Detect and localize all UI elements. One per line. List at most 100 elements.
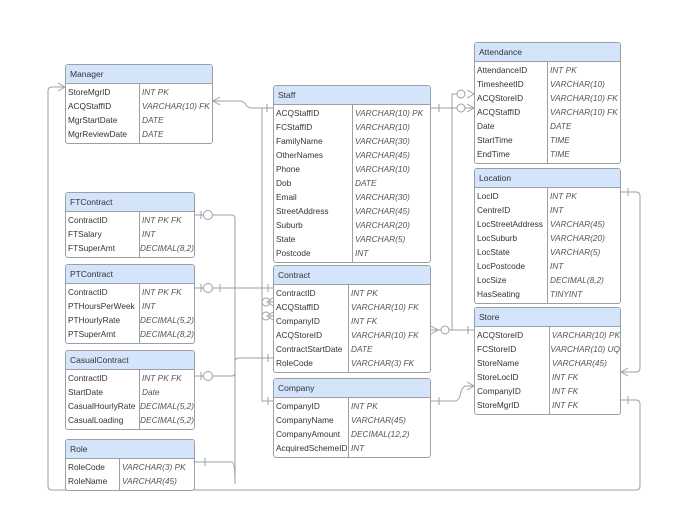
field-row[interactable]: PTHoursPerWeek INT	[66, 299, 194, 313]
entity-title: Attendance	[475, 43, 620, 62]
field-name: LocState	[477, 247, 510, 257]
entity-title: Staff	[274, 86, 430, 105]
field-type: VARCHAR(45)	[351, 415, 406, 425]
entity-manager[interactable]: Manager StoreMgrID INT PK ACQStaffID VARCHAR…	[65, 64, 213, 144]
field-row[interactable]: ContractStartDate DATE	[274, 342, 430, 356]
field-type: INT FK	[552, 400, 579, 410]
entity-fields: ContractID INT PK FK PTHoursPerWeek INT PTHo…	[66, 284, 194, 343]
field-row[interactable]: CasualLoading DECIMAL(5,2)	[66, 413, 194, 427]
field-type: VARCHAR(30)	[355, 136, 410, 146]
field-row[interactable]: ACQStaffID VARCHAR(10) FK	[274, 300, 430, 314]
field-name: AttendanceID	[477, 65, 528, 75]
field-row[interactable]: StoreLocID INT FK	[475, 370, 620, 384]
field-row[interactable]: AcquiredSchemeID INT	[274, 441, 430, 455]
field-name: ContractID	[68, 373, 108, 383]
field-name: FamilyName	[276, 136, 323, 146]
field-type: VARCHAR(45)	[552, 358, 607, 368]
field-type: DATE	[142, 129, 164, 139]
entity-title: Company	[274, 379, 430, 398]
field-row[interactable]: PTSuperAmt DECIMAL(8,2)	[66, 327, 194, 341]
entity-casualcontract[interactable]: CasualContract ContractID INT PK FK StartDa…	[65, 350, 195, 430]
field-row[interactable]: ContractID INT PK	[274, 286, 430, 300]
field-row[interactable]: ContractID INT PK FK	[66, 285, 194, 299]
entity-role[interactable]: Role RoleCode VARCHAR(3) PK RoleName VARCHAR…	[65, 439, 195, 491]
entity-company[interactable]: Company CompanyID INT PK CompanyName VARCHAR…	[273, 378, 431, 458]
field-type: DECIMAL(5,2)	[140, 415, 194, 425]
field-name: FTSuperAmt	[68, 243, 116, 253]
entity-fields: ACQStaffID VARCHAR(10) PK FCStaffID VARCHAR…	[274, 105, 430, 262]
field-type: VARCHAR(10) FK	[351, 330, 419, 340]
entity-title: Role	[66, 440, 194, 459]
field-name: Dob	[276, 178, 292, 188]
field-row[interactable]: CasualHourlyRate DECIMAL(5,2)	[66, 399, 194, 413]
field-type: TIME	[550, 149, 570, 159]
field-row[interactable]: StartDate Date	[66, 385, 194, 399]
field-row[interactable]: ACQStoreID VARCHAR(10) FK	[274, 328, 430, 342]
field-name: CompanyAmount	[276, 429, 341, 439]
field-type: TIME	[550, 135, 570, 145]
field-name: StartTime	[477, 135, 513, 145]
field-row[interactable]: StoreMgrID INT FK	[475, 398, 620, 412]
entity-staff[interactable]: Staff ACQStaffID VARCHAR(10) PK FCStaffID VA…	[273, 85, 431, 263]
field-type: VARCHAR(10) PK	[355, 108, 424, 118]
link-attendance-store	[451, 93, 474, 331]
field-row[interactable]: PTHourlyRate DECIMAL(5,2)	[66, 313, 194, 327]
field-row[interactable]: ContractID INT PK FK	[66, 213, 194, 227]
field-name: CentreID	[477, 205, 511, 215]
field-type: VARCHAR(45)	[550, 219, 605, 229]
field-row[interactable]: CompanyAmount DECIMAL(12,2)	[274, 427, 430, 441]
field-type: VARCHAR(10) FK	[142, 101, 210, 111]
field-type: DATE	[355, 178, 377, 188]
field-name: TimesheetID	[477, 79, 524, 89]
link-staff-contract	[261, 107, 273, 303]
column-divider	[348, 398, 349, 457]
entity-ftcontract[interactable]: FTContract ContractID INT PK FK FTSalary INT…	[65, 192, 195, 258]
field-name: ContractID	[68, 287, 108, 297]
field-name: LocSize	[477, 275, 507, 285]
field-row[interactable]: ContractID INT PK FK	[66, 371, 194, 385]
field-name: RoleCode	[68, 462, 105, 472]
field-name: LocPostcode	[477, 261, 525, 271]
column-divider	[119, 459, 120, 490]
field-row[interactable]: CompanyID INT FK	[475, 384, 620, 398]
field-name: PTHoursPerWeek	[68, 301, 135, 311]
field-name: LocStreetAddress	[477, 219, 543, 229]
entity-title: PTContract	[66, 265, 194, 284]
field-row[interactable]: CompanyID INT PK	[274, 399, 430, 413]
link-manager-staff	[213, 100, 273, 109]
link-location-store	[621, 191, 641, 373]
entity-contract[interactable]: Contract ContractID INT PK ACQStaffID VARCHA…	[273, 265, 431, 373]
column-divider	[139, 370, 140, 429]
field-row[interactable]: FTSuperAmt DECIMAL(8,2)	[66, 241, 194, 255]
field-name: ContractStartDate	[276, 344, 343, 354]
field-row[interactable]: RoleCode VARCHAR(3) PK	[66, 460, 194, 474]
field-type: INT	[550, 205, 564, 215]
field-name: State	[276, 234, 296, 244]
field-row[interactable]: RoleName VARCHAR(45)	[66, 474, 194, 488]
field-type: VARCHAR(10)	[355, 122, 410, 132]
field-type: VARCHAR(5)	[550, 247, 601, 257]
field-row[interactable]: FTSalary INT	[66, 227, 194, 241]
link-role-contract	[234, 357, 273, 363]
field-row[interactable]: StoreName VARCHAR(45)	[475, 356, 620, 370]
entity-ptcontract[interactable]: PTContract ContractID INT PK FK PTHoursPerW…	[65, 264, 195, 344]
entity-location[interactable]: Location LocID INT PK CentreID INT LocStreetA…	[474, 168, 621, 304]
field-row[interactable]: RoleCode VARCHAR(3) FK	[274, 356, 430, 370]
field-row[interactable]: FCStoreID VARCHAR(10) UQ	[475, 342, 620, 356]
field-row[interactable]: CompanyName VARCHAR(45)	[274, 413, 430, 427]
entity-fields: LocID INT PK CentreID INT LocStreetAddress VA…	[475, 188, 620, 303]
field-name: CompanyID	[276, 401, 320, 411]
field-type: DECIMAL(8,2)	[550, 275, 604, 285]
field-type: Date	[142, 387, 160, 397]
field-row[interactable]: CompanyID INT FK	[274, 314, 430, 328]
entity-attendance[interactable]: Attendance AttendanceID INT PK TimesheetID V…	[474, 42, 621, 164]
field-name: CompanyName	[276, 415, 334, 425]
entity-fields: CompanyID INT PK CompanyName VARCHAR(45) Com…	[274, 398, 430, 457]
field-type: VARCHAR(45)	[122, 476, 177, 486]
entity-store[interactable]: Store ACQStoreID VARCHAR(10) PK FCStoreID VA…	[474, 307, 621, 415]
field-name: ACQStoreID	[477, 330, 524, 340]
field-type: VARCHAR(20)	[355, 220, 410, 230]
field-row[interactable]: ACQStoreID VARCHAR(10) PK	[475, 328, 620, 342]
field-type: VARCHAR(10) PK	[551, 330, 620, 340]
field-type: VARCHAR(10) FK	[550, 107, 618, 117]
